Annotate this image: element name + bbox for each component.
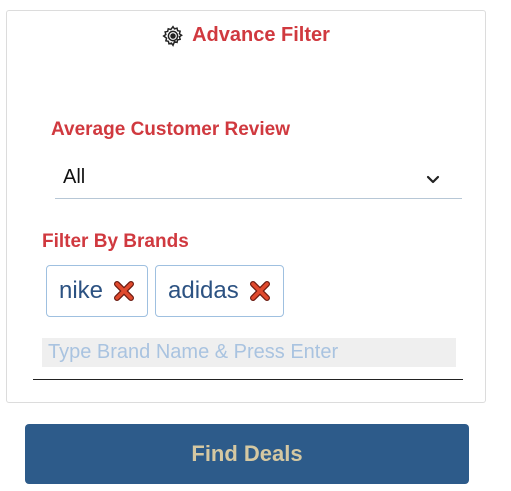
find-deals-button[interactable]: Find Deals <box>25 424 469 484</box>
brand-tags: nike adidas <box>46 265 284 317</box>
chevron-down-icon <box>426 172 440 184</box>
gear-icon <box>162 24 184 47</box>
brand-input-wrap <box>33 338 463 380</box>
panel-title: Advance Filter <box>192 24 330 46</box>
brand-tag-label: nike <box>59 277 104 304</box>
review-label: Average Customer Review <box>51 119 291 140</box>
advance-filter-panel: Advance Filter Average Customer Review A… <box>6 10 486 403</box>
brands-label: Filter By Brands <box>42 231 189 252</box>
review-select[interactable]: All <box>55 159 462 199</box>
close-icon[interactable] <box>113 280 135 302</box>
panel-header: Advance Filter <box>7 24 485 47</box>
close-icon[interactable] <box>249 280 271 302</box>
brand-tag-nike: nike <box>46 265 149 317</box>
brand-tag-adidas: adidas <box>155 265 284 317</box>
review-select-value: All <box>63 166 86 188</box>
brand-tag-label: adidas <box>168 277 239 304</box>
brand-search-input[interactable] <box>42 338 456 367</box>
